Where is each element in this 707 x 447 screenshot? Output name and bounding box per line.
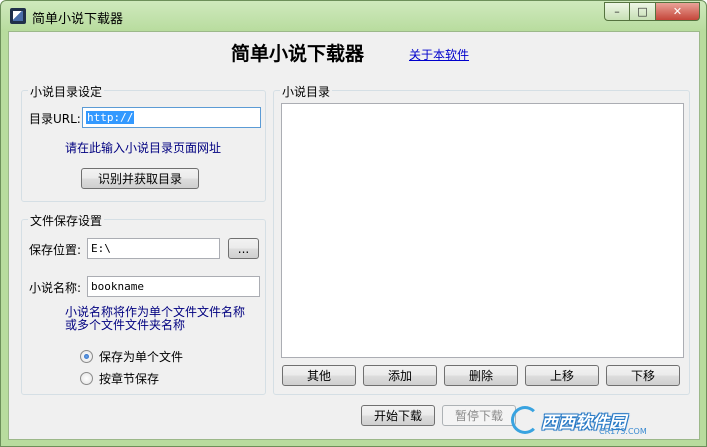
app-icon <box>10 8 26 24</box>
pause-download-button[interactable]: 暂停下载 <box>442 405 516 426</box>
app-window: 简单小说下载器 – □ ✕ 简单小说下载器 关于本软件 小说目录设定 目录URL… <box>0 0 707 447</box>
move-down-button[interactable]: 下移 <box>606 365 680 386</box>
radio-by-chapter-label: 按章节保存 <box>99 372 160 386</box>
catalog-settings-group: 小说目录设定 目录URL: http:// 请在此输入小说目录页面网址 识别并获… <box>21 83 266 202</box>
catalog-list-label: 小说目录 <box>280 83 333 100</box>
save-settings-label: 文件保存设置 <box>28 212 105 229</box>
browse-button[interactable]: ... <box>228 238 259 259</box>
client-area: 简单小说下载器 关于本软件 小说目录设定 目录URL: http:// 请在此输… <box>8 31 700 440</box>
url-hint: 请在此输入小说目录页面网址 <box>65 141 222 155</box>
title-bar[interactable]: 简单小说下载器 – □ ✕ <box>1 1 706 31</box>
move-up-button[interactable]: 上移 <box>525 365 599 386</box>
watermark-subtext: CR173.COM <box>599 427 647 436</box>
book-name-input[interactable]: bookname <box>87 276 260 297</box>
book-name-hint-2: 或多个文件文件夹名称 <box>65 318 186 332</box>
close-button[interactable]: ✕ <box>656 2 700 21</box>
radio-single-file-label: 保存为单个文件 <box>99 350 184 364</box>
radio-by-chapter-dot[interactable] <box>80 372 93 385</box>
caption-buttons: – □ ✕ <box>604 2 700 21</box>
delete-button[interactable]: 删除 <box>444 365 518 386</box>
save-location-input[interactable]: E:\ <box>87 238 220 259</box>
radio-by-chapter[interactable]: 按章节保存 <box>80 370 159 387</box>
add-button[interactable]: 添加 <box>363 365 437 386</box>
about-link[interactable]: 关于本软件 <box>409 46 469 63</box>
radio-single-file-dot[interactable] <box>80 350 93 363</box>
maximize-button[interactable]: □ <box>630 2 656 21</box>
page-title: 简单小说下载器 <box>231 43 365 65</box>
start-download-button[interactable]: 开始下载 <box>361 405 435 426</box>
window-title: 简单小说下载器 <box>32 12 124 27</box>
save-location-label: 保存位置: <box>29 243 82 257</box>
url-input[interactable]: http:// <box>82 107 261 128</box>
url-input-value: http:// <box>86 111 135 124</box>
minimize-button[interactable]: – <box>604 2 630 21</box>
catalog-list-group: 小说目录 其他 添加 删除 上移 下移 <box>273 83 690 395</box>
catalog-listbox[interactable] <box>281 103 684 358</box>
url-label: 目录URL: <box>29 112 81 126</box>
watermark-swirl-icon <box>511 406 539 434</box>
book-name-label: 小说名称: <box>29 281 82 295</box>
catalog-settings-label: 小说目录设定 <box>28 83 105 100</box>
watermark-logo: 西西软件园 CR173.COM <box>511 403 691 437</box>
other-button[interactable]: 其他 <box>282 365 356 386</box>
fetch-catalog-button[interactable]: 识别并获取目录 <box>81 168 199 189</box>
save-settings-group: 文件保存设置 保存位置: E:\ ... 小说名称: bookname 小说名称… <box>21 212 266 395</box>
radio-single-file[interactable]: 保存为单个文件 <box>80 348 183 365</box>
